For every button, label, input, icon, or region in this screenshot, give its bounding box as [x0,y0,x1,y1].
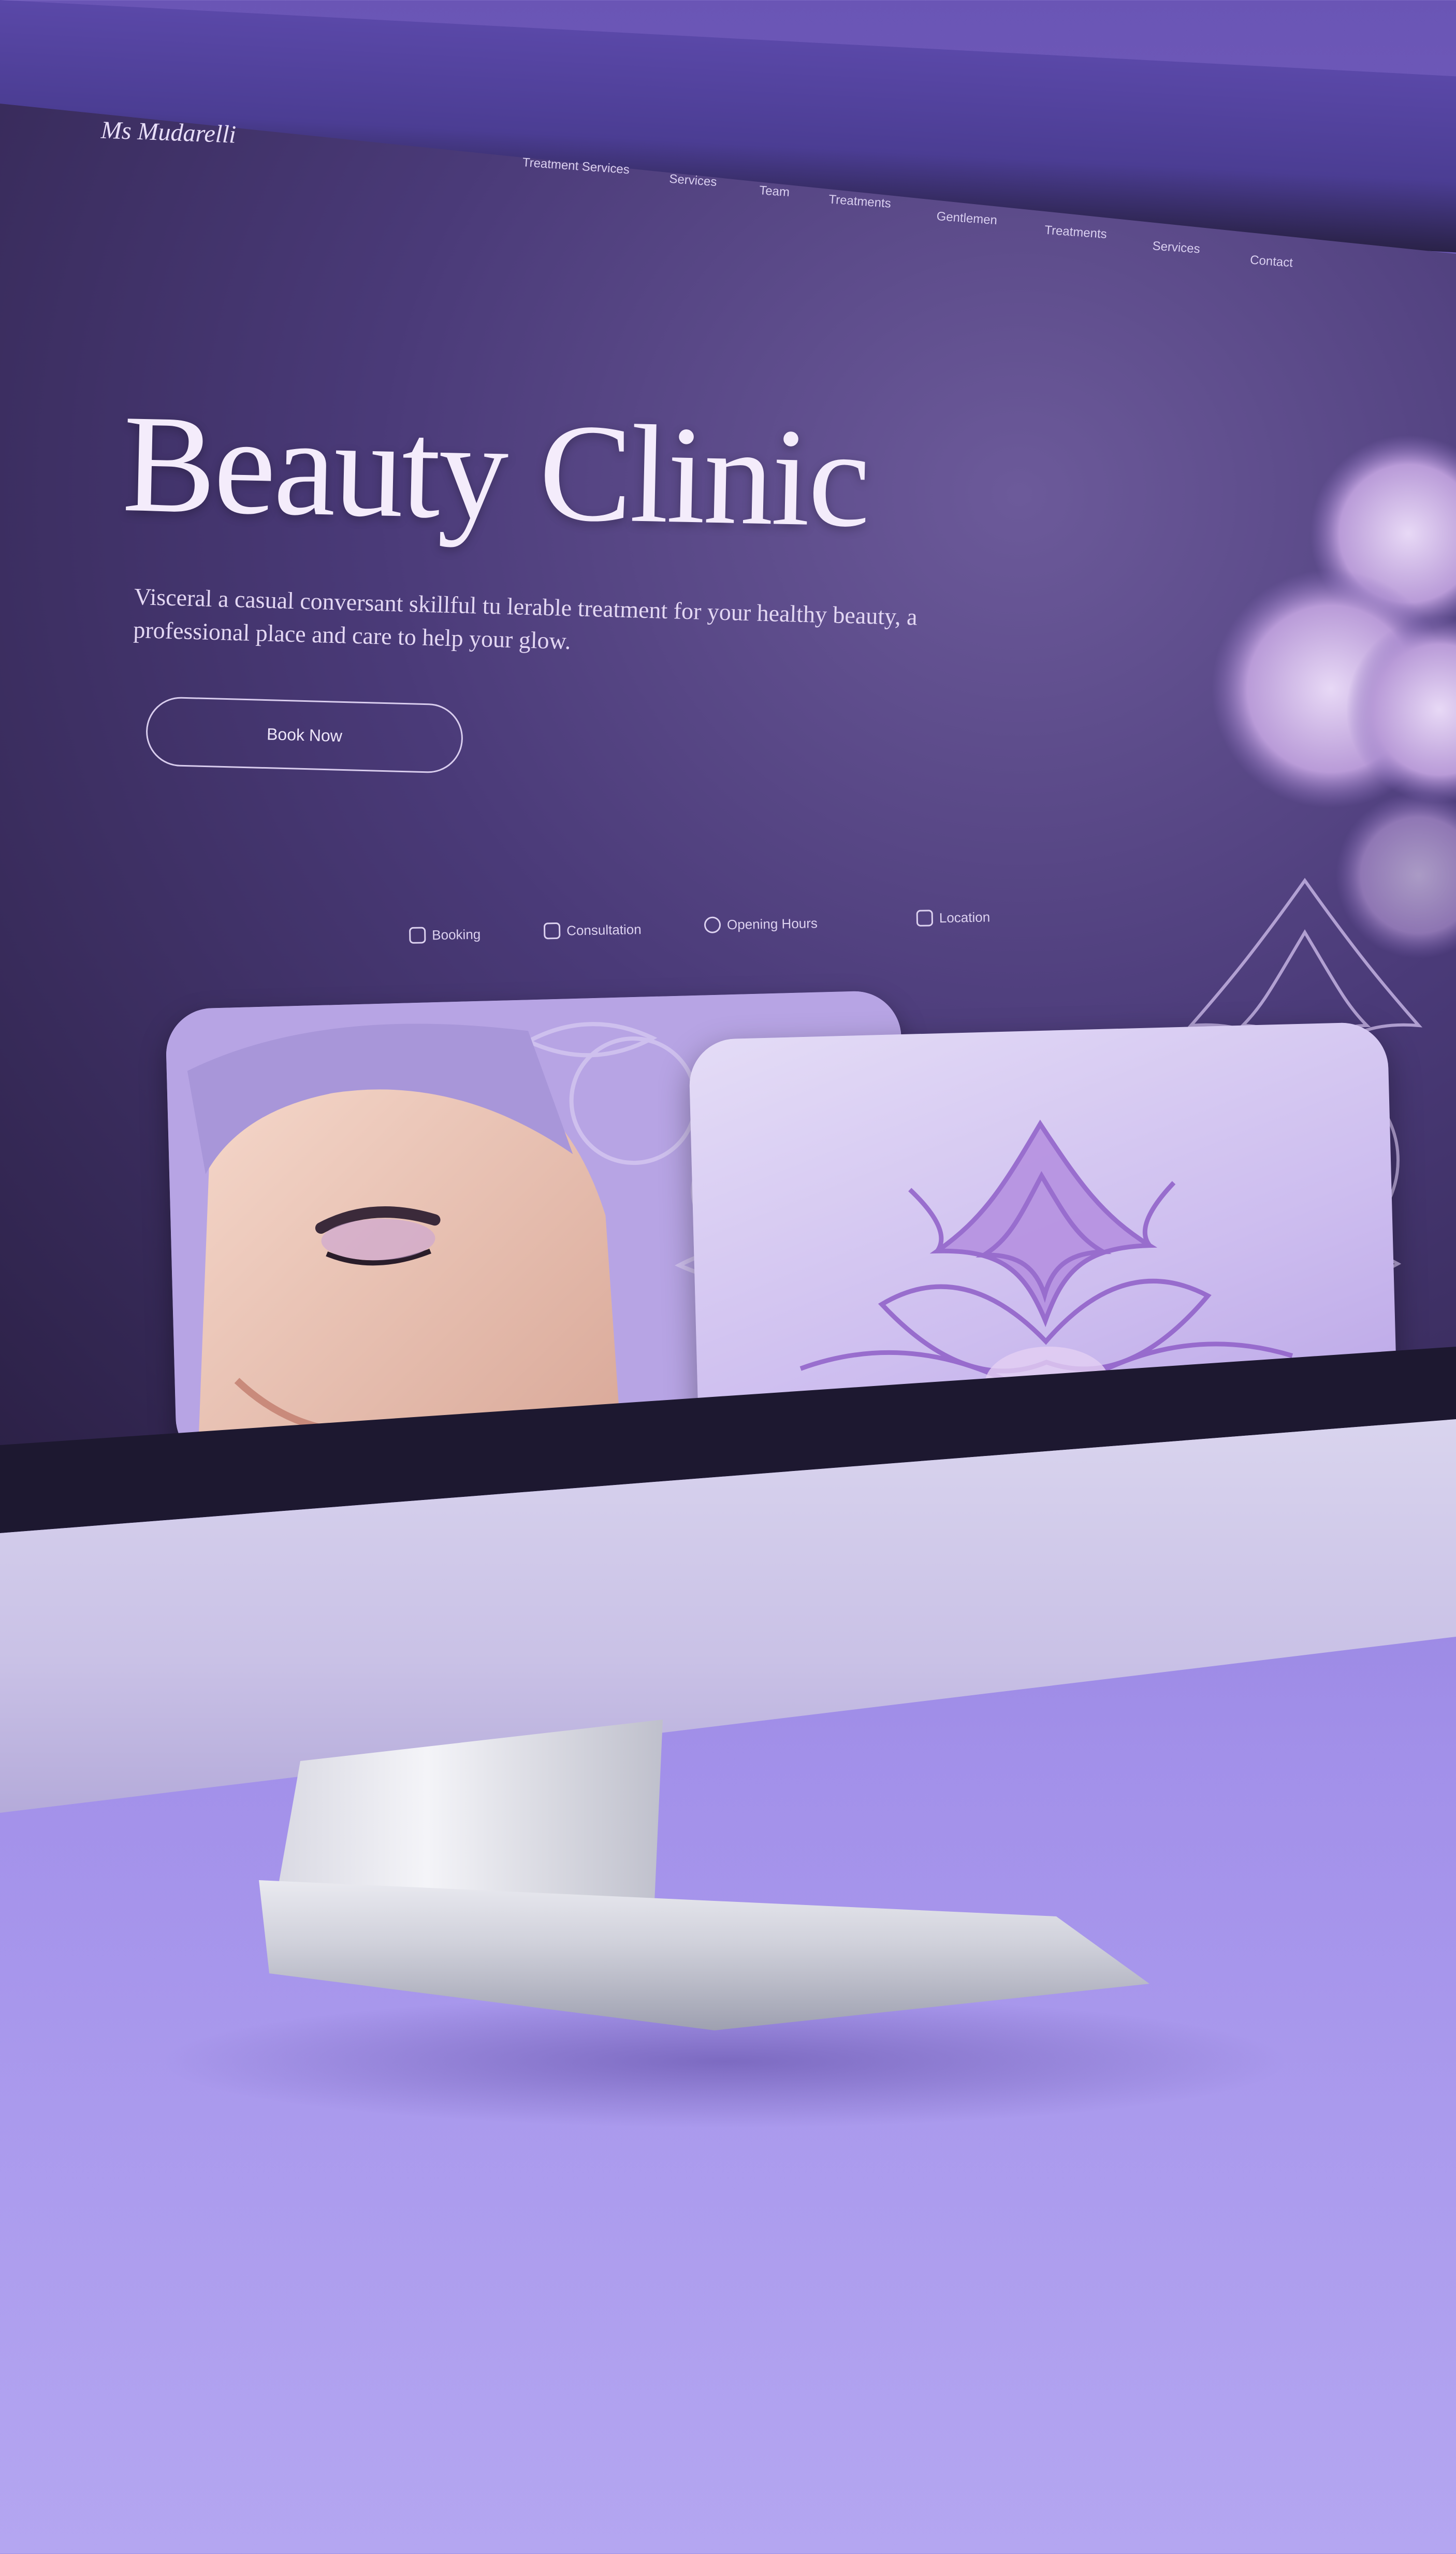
info-item-label: Opening Hours [726,915,818,932]
phone-icon [409,927,426,944]
nav-item-team[interactable]: Team [759,183,790,200]
info-item-location[interactable]: Location [916,908,991,927]
nav-item-treatments[interactable]: Treatments [828,192,892,211]
info-item-label: Consultation [566,921,642,939]
info-item-label: Location [939,908,991,926]
nav-item-treatments-2[interactable]: Treatments [1044,223,1107,242]
monitor-scene: Ms Mudarelli Treatment Services Services… [0,0,1456,2554]
info-item-booking[interactable]: Booking [409,926,481,944]
book-now-button[interactable]: Book Now [145,696,464,774]
info-item-consultation[interactable]: Consultation [543,921,642,940]
clock-icon [704,916,721,934]
info-item-opening-hours[interactable]: Opening Hours [704,915,818,934]
info-item-label: Booking [432,926,481,943]
nav-item-services-2[interactable]: Services [1152,239,1201,256]
location-icon [916,910,934,927]
message-icon [543,922,561,940]
nav-item-contact[interactable]: Contact [1249,253,1293,270]
nav-item-gentlemen[interactable]: Gentlemen [936,209,998,228]
nav-item-services[interactable]: Services [669,172,718,190]
site-logo[interactable]: Ms Mudarelli [100,116,237,149]
hero-title: Beauty Clinic [121,386,870,557]
